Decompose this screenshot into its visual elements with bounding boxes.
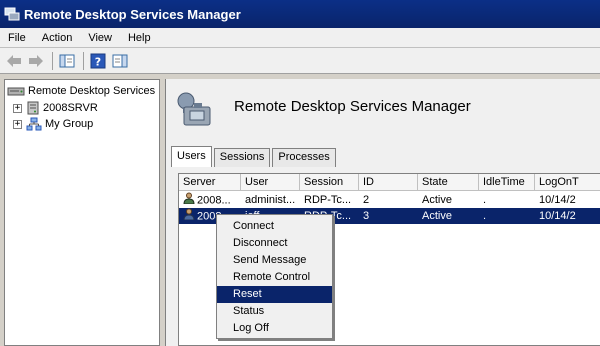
tree-node-label: My Group bbox=[45, 118, 94, 130]
window-title: Remote Desktop Services Manager bbox=[24, 6, 241, 22]
cell-logon: 10/14/2 bbox=[539, 210, 576, 222]
menu-view[interactable]: View bbox=[80, 28, 120, 48]
menu-item-reset[interactable]: Reset bbox=[217, 286, 332, 303]
show-hide-tree-button[interactable] bbox=[57, 51, 77, 71]
help-icon: ? bbox=[90, 53, 106, 68]
table-row[interactable]: 2008... administ... RDP-Tc... 2 Active .… bbox=[179, 192, 600, 208]
cell-idletime: . bbox=[483, 210, 487, 222]
menu-item-connect[interactable]: Connect bbox=[217, 218, 332, 235]
title-bar: Remote Desktop Services Manager bbox=[0, 0, 600, 28]
cell-user: administ... bbox=[245, 194, 296, 206]
expand-toggle[interactable]: + bbox=[13, 119, 22, 129]
tree-root-node[interactable]: Remote Desktop Services M bbox=[7, 83, 160, 99]
menu-action[interactable]: Action bbox=[34, 28, 81, 48]
tree-root-label: Remote Desktop Services M bbox=[28, 85, 160, 97]
toolbar: ? bbox=[0, 48, 600, 74]
column-header-state[interactable]: State bbox=[418, 174, 479, 191]
expand-toggle[interactable]: + bbox=[13, 103, 22, 113]
menu-item-disconnect[interactable]: Disconnect bbox=[217, 235, 332, 252]
group-icon bbox=[26, 117, 42, 131]
tab-processes[interactable]: Processes bbox=[272, 148, 336, 167]
column-header-user[interactable]: User bbox=[241, 174, 300, 191]
menu-item-remote-control[interactable]: Remote Control bbox=[217, 269, 332, 286]
console-tree: Remote Desktop Services M + 2008SRVR + M… bbox=[4, 79, 160, 346]
column-header-session[interactable]: Session bbox=[300, 174, 359, 191]
cell-id: 3 bbox=[363, 210, 370, 222]
cell-id: 2 bbox=[363, 194, 370, 206]
server-icon bbox=[27, 101, 39, 115]
cell-logon: 10/14/2 bbox=[539, 194, 576, 206]
menu-help[interactable]: Help bbox=[120, 28, 159, 48]
show-hide-action-pane-icon bbox=[112, 54, 128, 67]
tab-strip: Users Sessions Processes bbox=[171, 146, 338, 167]
menu-file[interactable]: File bbox=[0, 28, 34, 48]
tree-node-my-group[interactable]: + My Group bbox=[13, 116, 93, 132]
tab-users[interactable]: Users bbox=[171, 146, 212, 167]
details-header: Remote Desktop Services Manager bbox=[166, 79, 600, 137]
cell-state: Active bbox=[422, 210, 452, 222]
tab-sessions[interactable]: Sessions bbox=[213, 148, 271, 167]
cell-session: RDP-Tc... bbox=[304, 194, 352, 206]
menu-item-log-off[interactable]: Log Off bbox=[217, 320, 332, 337]
forward-button[interactable] bbox=[26, 51, 46, 71]
context-menu: Connect Disconnect Send Message Remote C… bbox=[216, 214, 333, 339]
column-header-server[interactable]: Server bbox=[179, 174, 241, 191]
back-button[interactable] bbox=[4, 51, 24, 71]
remote-desktop-app-icon bbox=[4, 6, 20, 22]
column-header-id[interactable]: ID bbox=[359, 174, 418, 191]
column-header-logon[interactable]: LogOnT bbox=[535, 174, 600, 191]
column-header-idletime[interactable]: IdleTime bbox=[479, 174, 535, 191]
server-rack-icon bbox=[7, 87, 25, 96]
cell-state: Active bbox=[422, 194, 452, 206]
user-session-icon bbox=[183, 192, 195, 208]
menu-bar: File Action View Help bbox=[0, 28, 600, 48]
details-title: Remote Desktop Services Manager bbox=[234, 98, 471, 115]
user-session-icon bbox=[183, 208, 195, 224]
menu-item-status[interactable]: Status bbox=[217, 303, 332, 320]
cell-server: 2008... bbox=[179, 192, 241, 208]
tree-node-2008srvr[interactable]: + 2008SRVR bbox=[13, 100, 98, 116]
remote-desktop-services-icon bbox=[174, 89, 216, 132]
svg-text:?: ? bbox=[95, 55, 101, 68]
toolbar-separator bbox=[52, 51, 53, 70]
show-hide-action-pane-button[interactable] bbox=[110, 51, 130, 71]
show-hide-tree-icon bbox=[59, 54, 75, 67]
tree-node-label: 2008SRVR bbox=[43, 102, 98, 114]
cell-idletime: . bbox=[483, 194, 487, 206]
back-icon bbox=[7, 54, 21, 67]
toolbar-separator bbox=[83, 51, 84, 70]
forward-icon bbox=[29, 54, 43, 67]
help-button[interactable]: ? bbox=[88, 51, 108, 71]
menu-item-send-message[interactable]: Send Message bbox=[217, 252, 332, 269]
table-header: Server User Session ID State IdleTime Lo… bbox=[179, 174, 600, 191]
cell-server-text: 2008... bbox=[197, 194, 231, 207]
